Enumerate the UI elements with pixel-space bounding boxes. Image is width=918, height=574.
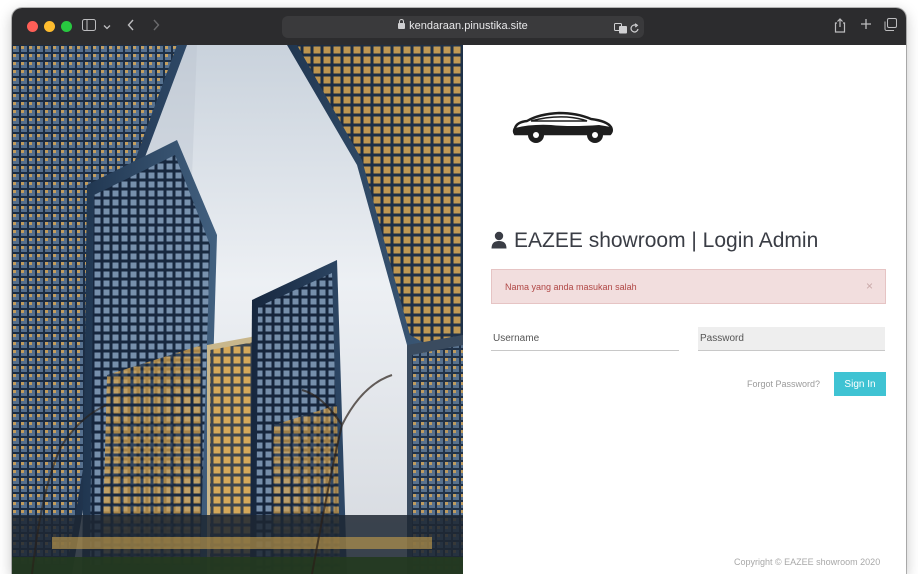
forgot-password-link[interactable]: Forgot Password? (747, 379, 820, 389)
alert-message: Nama yang anda masukan salah (505, 282, 637, 292)
address-text: kendaraan.pinustika.site (282, 19, 644, 32)
share-icon[interactable] (834, 18, 846, 38)
login-panel: EAZEE showroom | Login Admin Nama yang a… (463, 45, 906, 574)
close-window-button[interactable] (27, 21, 38, 32)
copyright-text: Copyright © EAZEE showroom 2020 (734, 557, 881, 567)
sign-in-button[interactable]: Sign In (834, 372, 886, 396)
tabs-icon[interactable] (884, 18, 897, 36)
chevron-right-icon[interactable] (152, 19, 160, 36)
url-text: kendaraan.pinustika.site (409, 20, 528, 32)
reload-icon[interactable] (630, 21, 640, 39)
lock-icon (398, 19, 406, 29)
alert-close-button[interactable]: × (866, 279, 873, 293)
username-input[interactable] (491, 327, 679, 351)
car-logo (512, 111, 613, 143)
browser-window: kendaraan.pinustika.site EAZEE showroom … (12, 8, 906, 574)
user-icon (491, 231, 507, 249)
password-input[interactable] (698, 327, 885, 351)
page-content: EAZEE showroom | Login Admin Nama yang a… (12, 45, 906, 574)
address-bar[interactable]: kendaraan.pinustika.site (282, 16, 644, 38)
browser-titlebar: kendaraan.pinustika.site (12, 8, 906, 45)
translate-icon[interactable] (614, 21, 628, 39)
chevron-down-icon[interactable] (103, 20, 111, 36)
login-title: EAZEE showroom | Login Admin (514, 229, 819, 252)
plus-icon[interactable] (860, 18, 872, 35)
sidebar-icon[interactable] (82, 19, 96, 36)
error-alert: Nama yang anda masukan salah × (491, 269, 886, 304)
chevron-left-icon[interactable] (127, 19, 135, 36)
skyscraper-photo (12, 45, 463, 574)
login-heading: EAZEE showroom | Login Admin (491, 229, 818, 253)
skyscraper-illustration (12, 45, 463, 574)
minimize-window-button[interactable] (44, 21, 55, 32)
maximize-window-button[interactable] (61, 21, 72, 32)
